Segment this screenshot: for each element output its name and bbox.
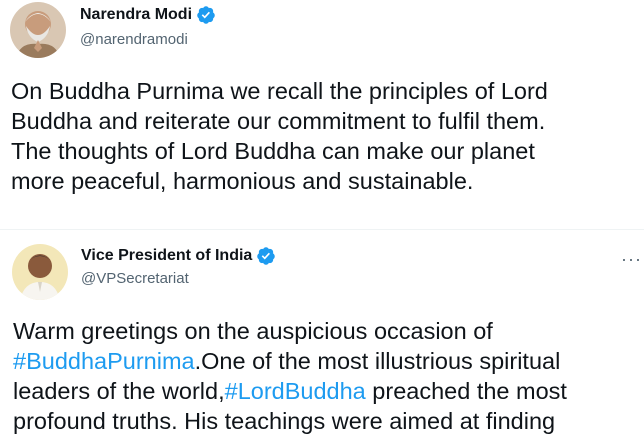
- author-name-row[interactable]: Vice President of India: [81, 246, 276, 266]
- verified-badge-icon: [197, 6, 215, 24]
- verified-badge-icon: [257, 247, 276, 265]
- hashtag-link[interactable]: #BuddhaPurnima: [13, 348, 195, 374]
- tweet-text-line: On Buddha Purnima we recall the principl…: [11, 78, 548, 104]
- tweet-text-line: Warm greetings on the auspicious occasio…: [13, 318, 493, 344]
- tweet-text-line: Buddha and reiterate our commitment to f…: [11, 108, 546, 134]
- tweet-text-line: leaders of the world,#LordBuddha preache…: [13, 376, 567, 406]
- hashtag-link[interactable]: #LordBuddha: [225, 378, 366, 404]
- tweet-text-segment: .One of the most illustrious spiritual: [194, 348, 561, 374]
- tweet-text-line: #BuddhaPurnima.One of the most illustrio…: [13, 346, 567, 376]
- author-avatar[interactable]: [12, 244, 68, 300]
- more-options-icon[interactable]: ···: [621, 250, 642, 268]
- author-name-row[interactable]: Narendra Modi: [80, 5, 216, 25]
- tweet-text-line: profound truths. His teachings were aime…: [13, 408, 556, 434]
- author-handle[interactable]: @VPSecretariat: [81, 269, 189, 289]
- author-display-name[interactable]: Vice President of India: [81, 246, 252, 266]
- tweet-text: On Buddha Purnima we recall the principl…: [11, 76, 548, 196]
- avatar-photo-icon: [12, 244, 68, 300]
- tweet-divider: [0, 229, 644, 230]
- tweet-text-segment: leaders of the world,: [13, 378, 225, 404]
- author-display-name[interactable]: Narendra Modi: [80, 5, 192, 25]
- tweet-text-line: The thoughts of Lord Buddha can make our…: [11, 138, 535, 164]
- tweet-text-segment: preached the most: [365, 378, 567, 404]
- author-avatar[interactable]: [10, 2, 66, 58]
- author-handle[interactable]: @narendramodi: [80, 30, 188, 50]
- tweet-text-line: more peaceful, harmonious and sustainabl…: [11, 168, 474, 194]
- tweet-text: Warm greetings on the auspicious occasio…: [13, 316, 567, 436]
- avatar-photo-icon: [10, 2, 66, 58]
